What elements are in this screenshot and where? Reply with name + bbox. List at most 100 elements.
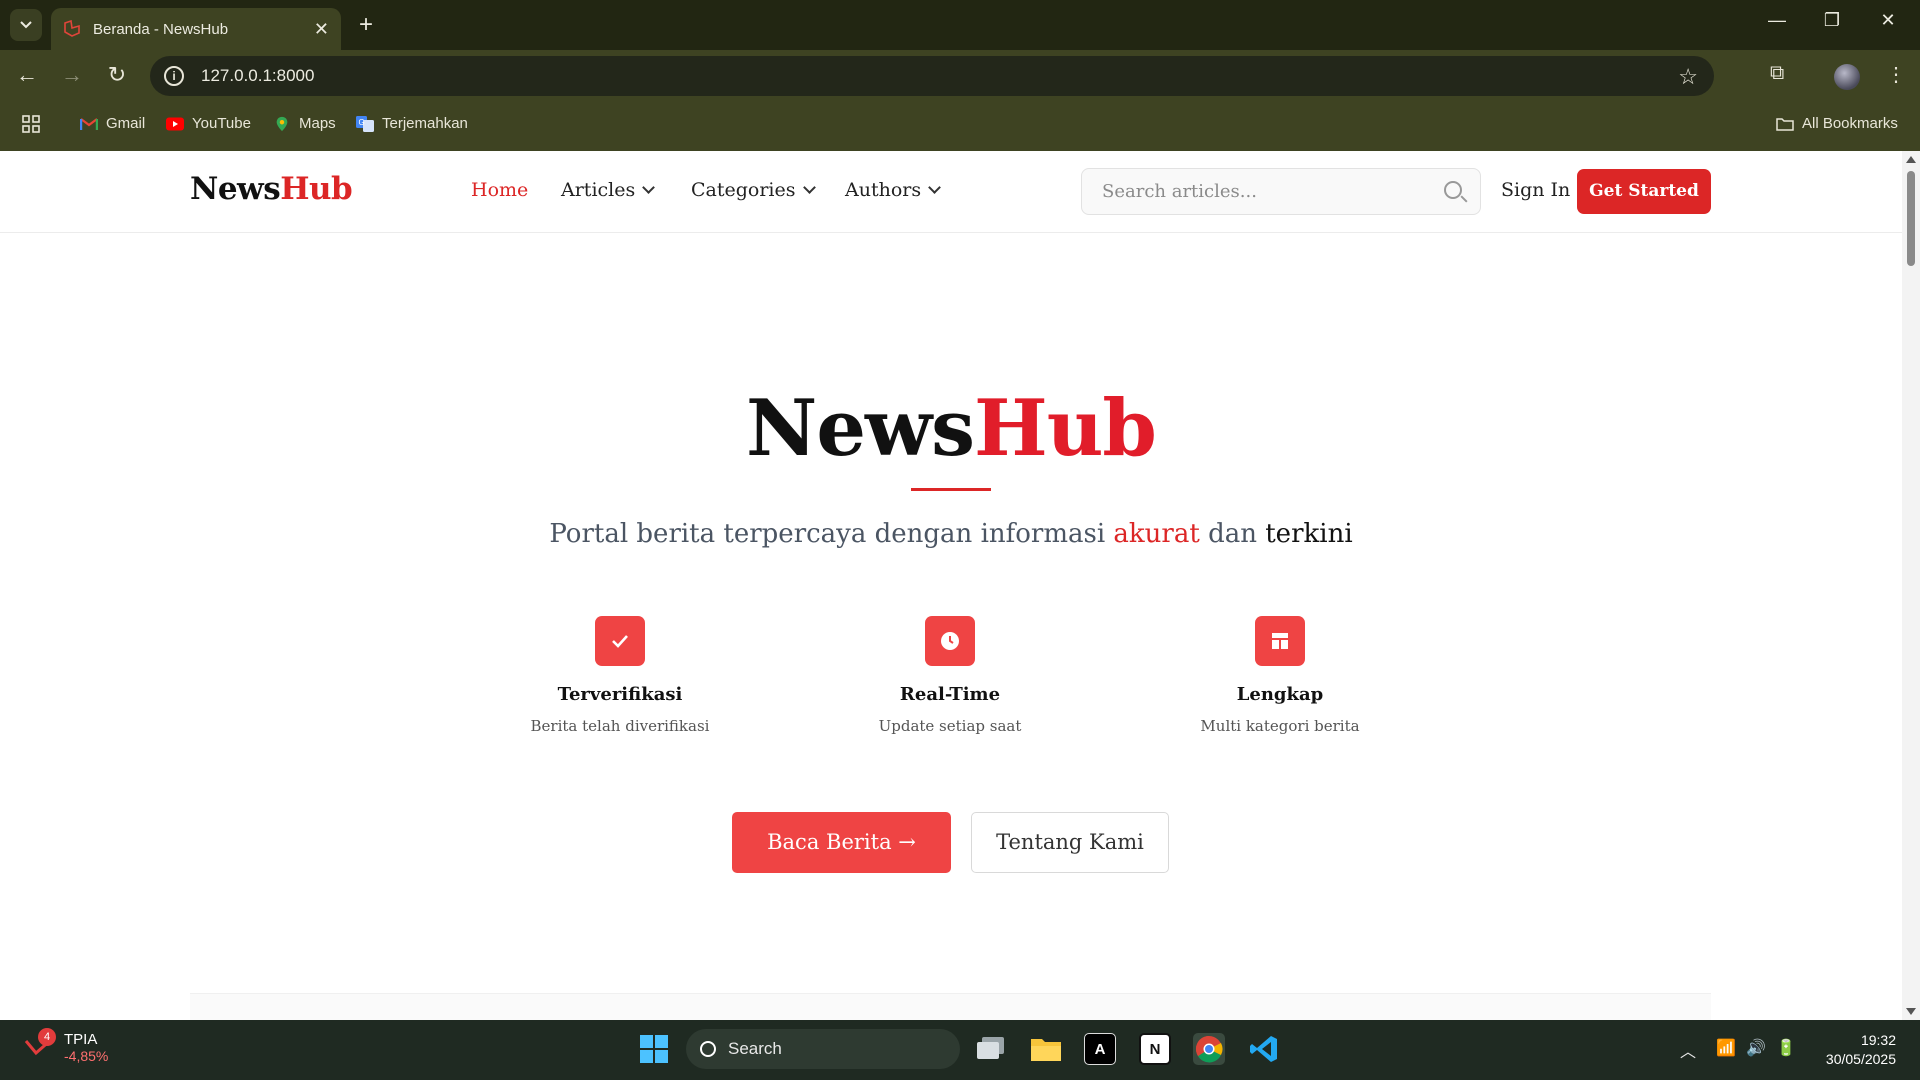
apps-grid-icon[interactable] [22,115,40,133]
tagline-start: Portal berita terpercaya dengan informas… [549,519,1106,549]
bookmark-maps[interactable]: Maps [273,115,336,132]
new-tab-button[interactable]: + [352,12,380,40]
minimize-icon[interactable]: — [1762,10,1792,31]
nav-home[interactable]: Home [471,179,528,201]
volume-icon[interactable]: 🔊 [1746,1038,1766,1058]
maps-icon [276,116,288,131]
search-input[interactable] [1082,169,1422,214]
nav-home-label: Home [471,179,529,201]
profile-avatar[interactable] [1834,64,1860,90]
search-icon[interactable] [1444,181,1462,199]
vscode-icon[interactable] [1248,1033,1280,1065]
close-window-icon[interactable]: ✕ [1873,10,1903,31]
tab-title: Beranda - NewsHub [93,20,229,38]
windows-taskbar: 4 TPIA -4,85% Search A N ︿ 📶 🔊 🔋 19:32 3… [0,1020,1920,1080]
feature-desc: Update setiap saat [878,717,1022,735]
back-icon[interactable]: ← [12,61,42,91]
sign-in-link[interactable]: Sign In [1501,179,1570,201]
stock-name: TPIA [64,1031,98,1048]
youtube-icon [166,117,184,130]
tray-expand-icon[interactable]: ︿ [1680,1038,1696,1062]
restore-icon[interactable]: ❐ [1817,10,1847,31]
hero-divider [911,488,991,491]
folder-icon [1776,117,1794,131]
nav-articles[interactable]: Articles [561,179,656,201]
task-view-icon[interactable] [975,1033,1007,1065]
scroll-up-icon[interactable] [1906,156,1916,163]
clock-icon [925,616,975,666]
bookmark-label: Terjemahkan [382,115,468,132]
nav-articles-label: Articles [561,179,636,201]
address-bar[interactable]: i 127.0.0.1:8000 ☆ [150,56,1714,96]
search-icon [700,1041,716,1057]
hero-title-news: News [746,383,975,474]
chevron-down-icon [20,21,32,29]
stock-widget[interactable]: 4 TPIA -4,85% [24,1028,109,1064]
get-started-button[interactable]: Get Started [1577,169,1711,214]
all-bookmarks[interactable]: All Bookmarks [1776,115,1898,132]
chevron-down-icon [802,180,816,194]
nav-authors-label: Authors [845,179,922,201]
feature-title: Lengkap [1236,684,1324,705]
notification-badge: 4 [38,1028,56,1046]
notion-icon[interactable]: N [1139,1033,1171,1065]
bookmark-youtube[interactable]: YouTube [166,115,251,132]
feature-title: Terverifikasi [557,684,683,705]
chevron-down-icon [642,180,656,194]
tagline-mid: dan [1208,519,1257,549]
hero-title-hub: Hub [974,383,1157,474]
bookmark-label: Maps [299,115,336,132]
site-logo[interactable]: NewsHub [190,171,353,207]
wifi-icon[interactable]: 📶 [1716,1038,1736,1058]
nav-categories-label: Categories [691,179,796,201]
site-header: NewsHub Home Articles Categories Authors… [0,151,1902,233]
forward-icon[interactable]: → [57,61,87,91]
feature-desc: Multi kategori berita [1200,717,1360,735]
feature-title: Real-Time [899,684,1001,705]
taskbar-search[interactable]: Search [686,1029,960,1069]
bookmark-star-icon[interactable]: ☆ [1678,64,1698,90]
taskbar-clock[interactable]: 19:32 30/05/2025 [1826,1031,1896,1069]
tagline-end: terkini [1265,519,1353,549]
logo-part-hub: Hub [280,171,353,207]
tab-search-button[interactable] [10,9,42,41]
arc-app-icon[interactable]: A [1084,1033,1116,1065]
site-info-icon[interactable]: i [164,66,184,86]
battery-icon[interactable]: 🔋 [1776,1038,1796,1058]
feature-complete: Lengkap Multi kategori berita [1140,616,1420,735]
check-icon [595,616,645,666]
web-page: NewsHub Home Articles Categories Authors… [0,151,1902,1020]
bookmark-translate[interactable]: G Terjemahkan [356,115,468,132]
browser-toolbar: ← → ↻ i 127.0.0.1:8000 ☆ ⧉ ⋮ [0,50,1920,100]
nav-authors[interactable]: Authors [845,179,941,201]
gmail-icon [80,117,98,130]
tagline-accent: akurat [1113,519,1200,549]
file-explorer-icon[interactable] [1030,1033,1062,1065]
feature-desc: Berita telah diverifikasi [530,717,710,735]
page-scrollbar[interactable] [1902,151,1920,1020]
browser-tab[interactable]: Beranda - NewsHub ✕ [51,8,341,50]
bookmark-gmail[interactable]: Gmail [80,115,145,132]
more-menu-icon[interactable]: ⋮ [1886,62,1906,87]
bookmark-label: Gmail [106,115,146,132]
extensions-icon[interactable]: ⧉ [1770,62,1784,85]
chrome-icon[interactable] [1193,1033,1225,1065]
scroll-down-icon[interactable] [1906,1008,1916,1015]
feature-realtime: Real-Time Update setiap saat [810,616,1090,735]
about-us-button[interactable]: Tentang Kami [971,812,1169,873]
scrollbar-thumb[interactable] [1907,171,1915,266]
all-bookmarks-label: All Bookmarks [1802,115,1898,132]
feature-verified: Terverifikasi Berita telah diverifikasi [480,616,760,735]
next-section [190,993,1711,1020]
read-news-button[interactable]: Baca Berita → [732,812,951,873]
windows-start-icon[interactable] [638,1033,670,1065]
url-text: 127.0.0.1:8000 [201,66,315,85]
stock-change: -4,85% [64,1048,109,1064]
hero-tagline: Portal berita terpercaya dengan informas… [0,519,1902,549]
layout-icon [1255,616,1305,666]
close-tab-icon[interactable]: ✕ [314,19,329,40]
reload-icon[interactable]: ↻ [102,61,132,91]
translate-icon: G [356,115,374,132]
search-box [1081,168,1481,215]
nav-categories[interactable]: Categories [691,179,816,201]
